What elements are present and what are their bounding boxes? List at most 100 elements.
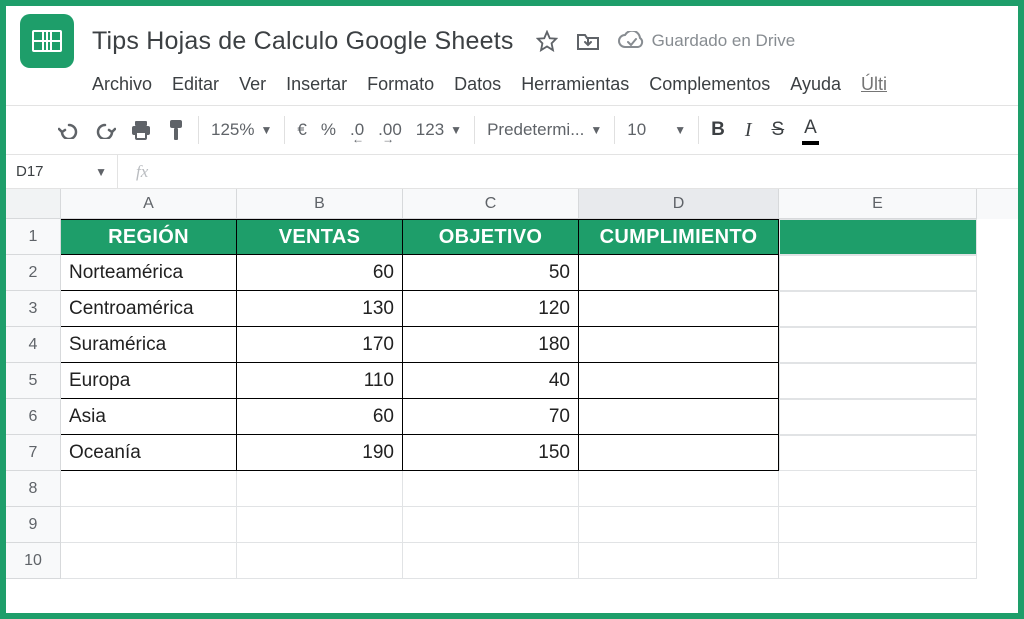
row-head[interactable]: 3 xyxy=(6,291,61,327)
drive-save-status[interactable]: Guardado en Drive xyxy=(618,31,796,51)
menu-herramientas[interactable]: Herramientas xyxy=(521,74,629,95)
cell-A4[interactable]: Suramérica xyxy=(61,327,237,363)
cell-B5[interactable]: 110 xyxy=(237,363,403,399)
cell-D4[interactable] xyxy=(579,327,779,363)
cell-E7[interactable] xyxy=(779,435,977,471)
row-head[interactable]: 6 xyxy=(6,399,61,435)
cell-A5[interactable]: Europa xyxy=(61,363,237,399)
cell-B2[interactable]: 60 xyxy=(237,255,403,291)
row-head[interactable]: 2 xyxy=(6,255,61,291)
row-head[interactable]: 9 xyxy=(6,507,61,543)
cell-B6[interactable]: 60 xyxy=(237,399,403,435)
col-head-E[interactable]: E xyxy=(779,189,977,219)
row-head[interactable]: 8 xyxy=(6,471,61,507)
zoom-dropdown[interactable]: 125% ▼ xyxy=(211,120,272,140)
cell-E6[interactable] xyxy=(779,399,977,435)
menu-archivo[interactable]: Archivo xyxy=(92,74,152,95)
print-icon[interactable] xyxy=(130,120,152,140)
cell-E3[interactable] xyxy=(779,291,977,327)
cell-D1[interactable]: CUMPLIMIENTO xyxy=(579,219,779,255)
cell-D9[interactable] xyxy=(579,507,779,543)
cell-B1[interactable]: VENTAS xyxy=(237,219,403,255)
menu-last-edit[interactable]: Últi xyxy=(861,74,887,95)
italic-button[interactable]: I xyxy=(745,119,752,142)
cell-D7[interactable] xyxy=(579,435,779,471)
row-head[interactable]: 10 xyxy=(6,543,61,579)
font-size-dropdown[interactable]: 10 ▼ xyxy=(627,120,686,140)
col-head-A[interactable]: A xyxy=(61,189,237,219)
cell-A2[interactable]: Norteamérica xyxy=(61,255,237,291)
menu-editar[interactable]: Editar xyxy=(172,74,219,95)
font-family-dropdown[interactable]: Predetermi... ▼ xyxy=(487,120,602,140)
cell-D8[interactable] xyxy=(579,471,779,507)
select-all-corner[interactable] xyxy=(6,189,61,219)
cell-D3[interactable] xyxy=(579,291,779,327)
sheets-app-icon[interactable] xyxy=(20,14,74,68)
col-head-D[interactable]: D xyxy=(579,189,779,219)
menu-insertar[interactable]: Insertar xyxy=(286,74,347,95)
cell-B10[interactable] xyxy=(237,543,403,579)
cell-B3[interactable]: 130 xyxy=(237,291,403,327)
star-icon[interactable] xyxy=(536,30,558,52)
paint-format-icon[interactable] xyxy=(166,119,186,141)
name-box[interactable]: D17 ▼ xyxy=(6,155,118,188)
cell-A8[interactable] xyxy=(61,471,237,507)
row-head[interactable]: 4 xyxy=(6,327,61,363)
text-color-button[interactable]: A xyxy=(804,117,817,143)
cell-D2[interactable] xyxy=(579,255,779,291)
cell-A7[interactable]: Oceanía xyxy=(61,435,237,471)
cell-A1[interactable]: REGIÓN xyxy=(61,219,237,255)
cell-E10[interactable] xyxy=(779,543,977,579)
menu-ver[interactable]: Ver xyxy=(239,74,266,95)
col-head-B[interactable]: B xyxy=(237,189,403,219)
cell-E9[interactable] xyxy=(779,507,977,543)
cell-B7[interactable]: 190 xyxy=(237,435,403,471)
col-head-C[interactable]: C xyxy=(403,189,579,219)
cell-C5[interactable]: 40 xyxy=(403,363,579,399)
doc-title[interactable]: Tips Hojas de Calculo Google Sheets xyxy=(92,27,514,56)
menu-formato[interactable]: Formato xyxy=(367,74,434,95)
cell-C9[interactable] xyxy=(403,507,579,543)
cell-A9[interactable] xyxy=(61,507,237,543)
cell-C3[interactable]: 120 xyxy=(403,291,579,327)
cell-E4[interactable] xyxy=(779,327,977,363)
cell-E5[interactable] xyxy=(779,363,977,399)
cell-D6[interactable] xyxy=(579,399,779,435)
format-decrease-decimals[interactable]: .0← xyxy=(350,120,364,140)
cell-C4[interactable]: 180 xyxy=(403,327,579,363)
menu-complementos[interactable]: Complementos xyxy=(649,74,770,95)
cell-C2[interactable]: 50 xyxy=(403,255,579,291)
cell-B4[interactable]: 170 xyxy=(237,327,403,363)
cell-D5[interactable] xyxy=(579,363,779,399)
cell-E8[interactable] xyxy=(779,471,977,507)
cell-B9[interactable] xyxy=(237,507,403,543)
cell-E1[interactable] xyxy=(779,219,977,255)
cell-C7[interactable]: 150 xyxy=(403,435,579,471)
cell-C1[interactable]: OBJETIVO xyxy=(403,219,579,255)
row-head[interactable]: 5 xyxy=(6,363,61,399)
strike-button[interactable]: S xyxy=(771,119,784,141)
format-increase-decimals[interactable]: .00→ xyxy=(378,120,402,140)
bold-button[interactable]: B xyxy=(711,119,725,141)
undo-icon[interactable] xyxy=(58,121,80,139)
cell-C8[interactable] xyxy=(403,471,579,507)
redo-icon[interactable] xyxy=(94,121,116,139)
cell-A10[interactable] xyxy=(61,543,237,579)
menu-datos[interactable]: Datos xyxy=(454,74,501,95)
move-to-folder-icon[interactable] xyxy=(576,31,600,51)
sheet-grid[interactable]: A B C D E 1 REGIÓN VENTAS OBJETIVO CUMPL… xyxy=(6,189,1018,579)
row-head[interactable]: 1 xyxy=(6,219,61,255)
cell-E2[interactable] xyxy=(779,255,977,291)
format-percent[interactable]: % xyxy=(321,120,336,140)
cell-C10[interactable] xyxy=(403,543,579,579)
format-number-dropdown[interactable]: 123 ▼ xyxy=(416,120,462,140)
cell-A3[interactable]: Centroamérica xyxy=(61,291,237,327)
cell-C6[interactable]: 70 xyxy=(403,399,579,435)
row-head[interactable]: 7 xyxy=(6,435,61,471)
menu-ayuda[interactable]: Ayuda xyxy=(790,74,841,95)
format-currency[interactable]: € xyxy=(297,120,306,140)
cell-A6[interactable]: Asia xyxy=(61,399,237,435)
formula-input[interactable] xyxy=(162,155,1018,188)
cell-D10[interactable] xyxy=(579,543,779,579)
cell-B8[interactable] xyxy=(237,471,403,507)
